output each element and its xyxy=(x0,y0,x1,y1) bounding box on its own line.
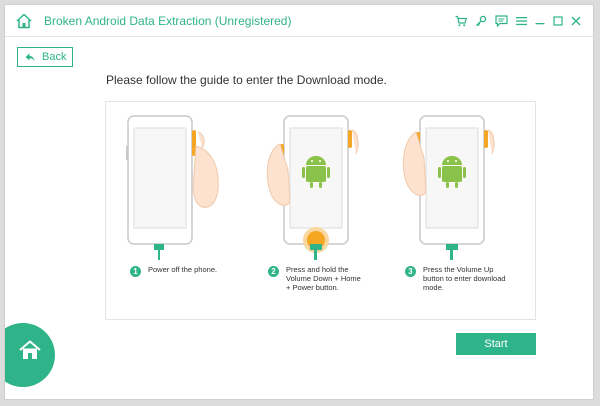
home-icon[interactable] xyxy=(15,12,33,30)
back-arrow-icon xyxy=(25,53,35,61)
maximize-icon[interactable] xyxy=(551,14,565,28)
volume-up-illustration xyxy=(402,115,495,260)
key-icon[interactable] xyxy=(474,14,488,28)
step-2: 2 Press and hold the Volume Down + Home … xyxy=(268,265,372,292)
back-label: Back xyxy=(42,51,67,63)
app-window: Broken Android Data Extraction (Unregist… xyxy=(4,4,594,400)
step-number: 2 xyxy=(268,266,279,277)
step-3: 3 Press the Volume Up button to enter do… xyxy=(405,265,515,292)
step-1: 1 Power off the phone. xyxy=(130,265,240,277)
window-title: Broken Android Data Extraction (Unregist… xyxy=(44,14,292,28)
title-bar: Broken Android Data Extraction (Unregist… xyxy=(5,5,593,37)
step-number: 3 xyxy=(405,266,416,277)
cart-icon[interactable] xyxy=(454,14,468,28)
start-button[interactable]: Start xyxy=(456,333,536,355)
back-button[interactable]: Back xyxy=(17,47,73,67)
home-button[interactable] xyxy=(5,323,55,387)
chat-icon[interactable] xyxy=(494,14,508,28)
guide-instruction: Please follow the guide to enter the Dow… xyxy=(106,73,387,87)
step-number: 1 xyxy=(130,266,141,277)
guide-panel: 1 Power off the phone. 2 Press and hold … xyxy=(105,101,536,320)
minimize-icon[interactable] xyxy=(533,14,547,28)
close-icon[interactable] xyxy=(569,14,583,28)
menu-icon[interactable] xyxy=(514,14,528,28)
power-off-illustration xyxy=(126,115,219,260)
step-text: Press and hold the Volume Down + Home + … xyxy=(286,265,361,292)
volume-down-home-power-illustration xyxy=(266,115,359,260)
home-icon xyxy=(19,340,41,359)
step-text: Press the Volume Up button to enter down… xyxy=(423,265,506,292)
step-text: Power off the phone. xyxy=(148,265,218,274)
